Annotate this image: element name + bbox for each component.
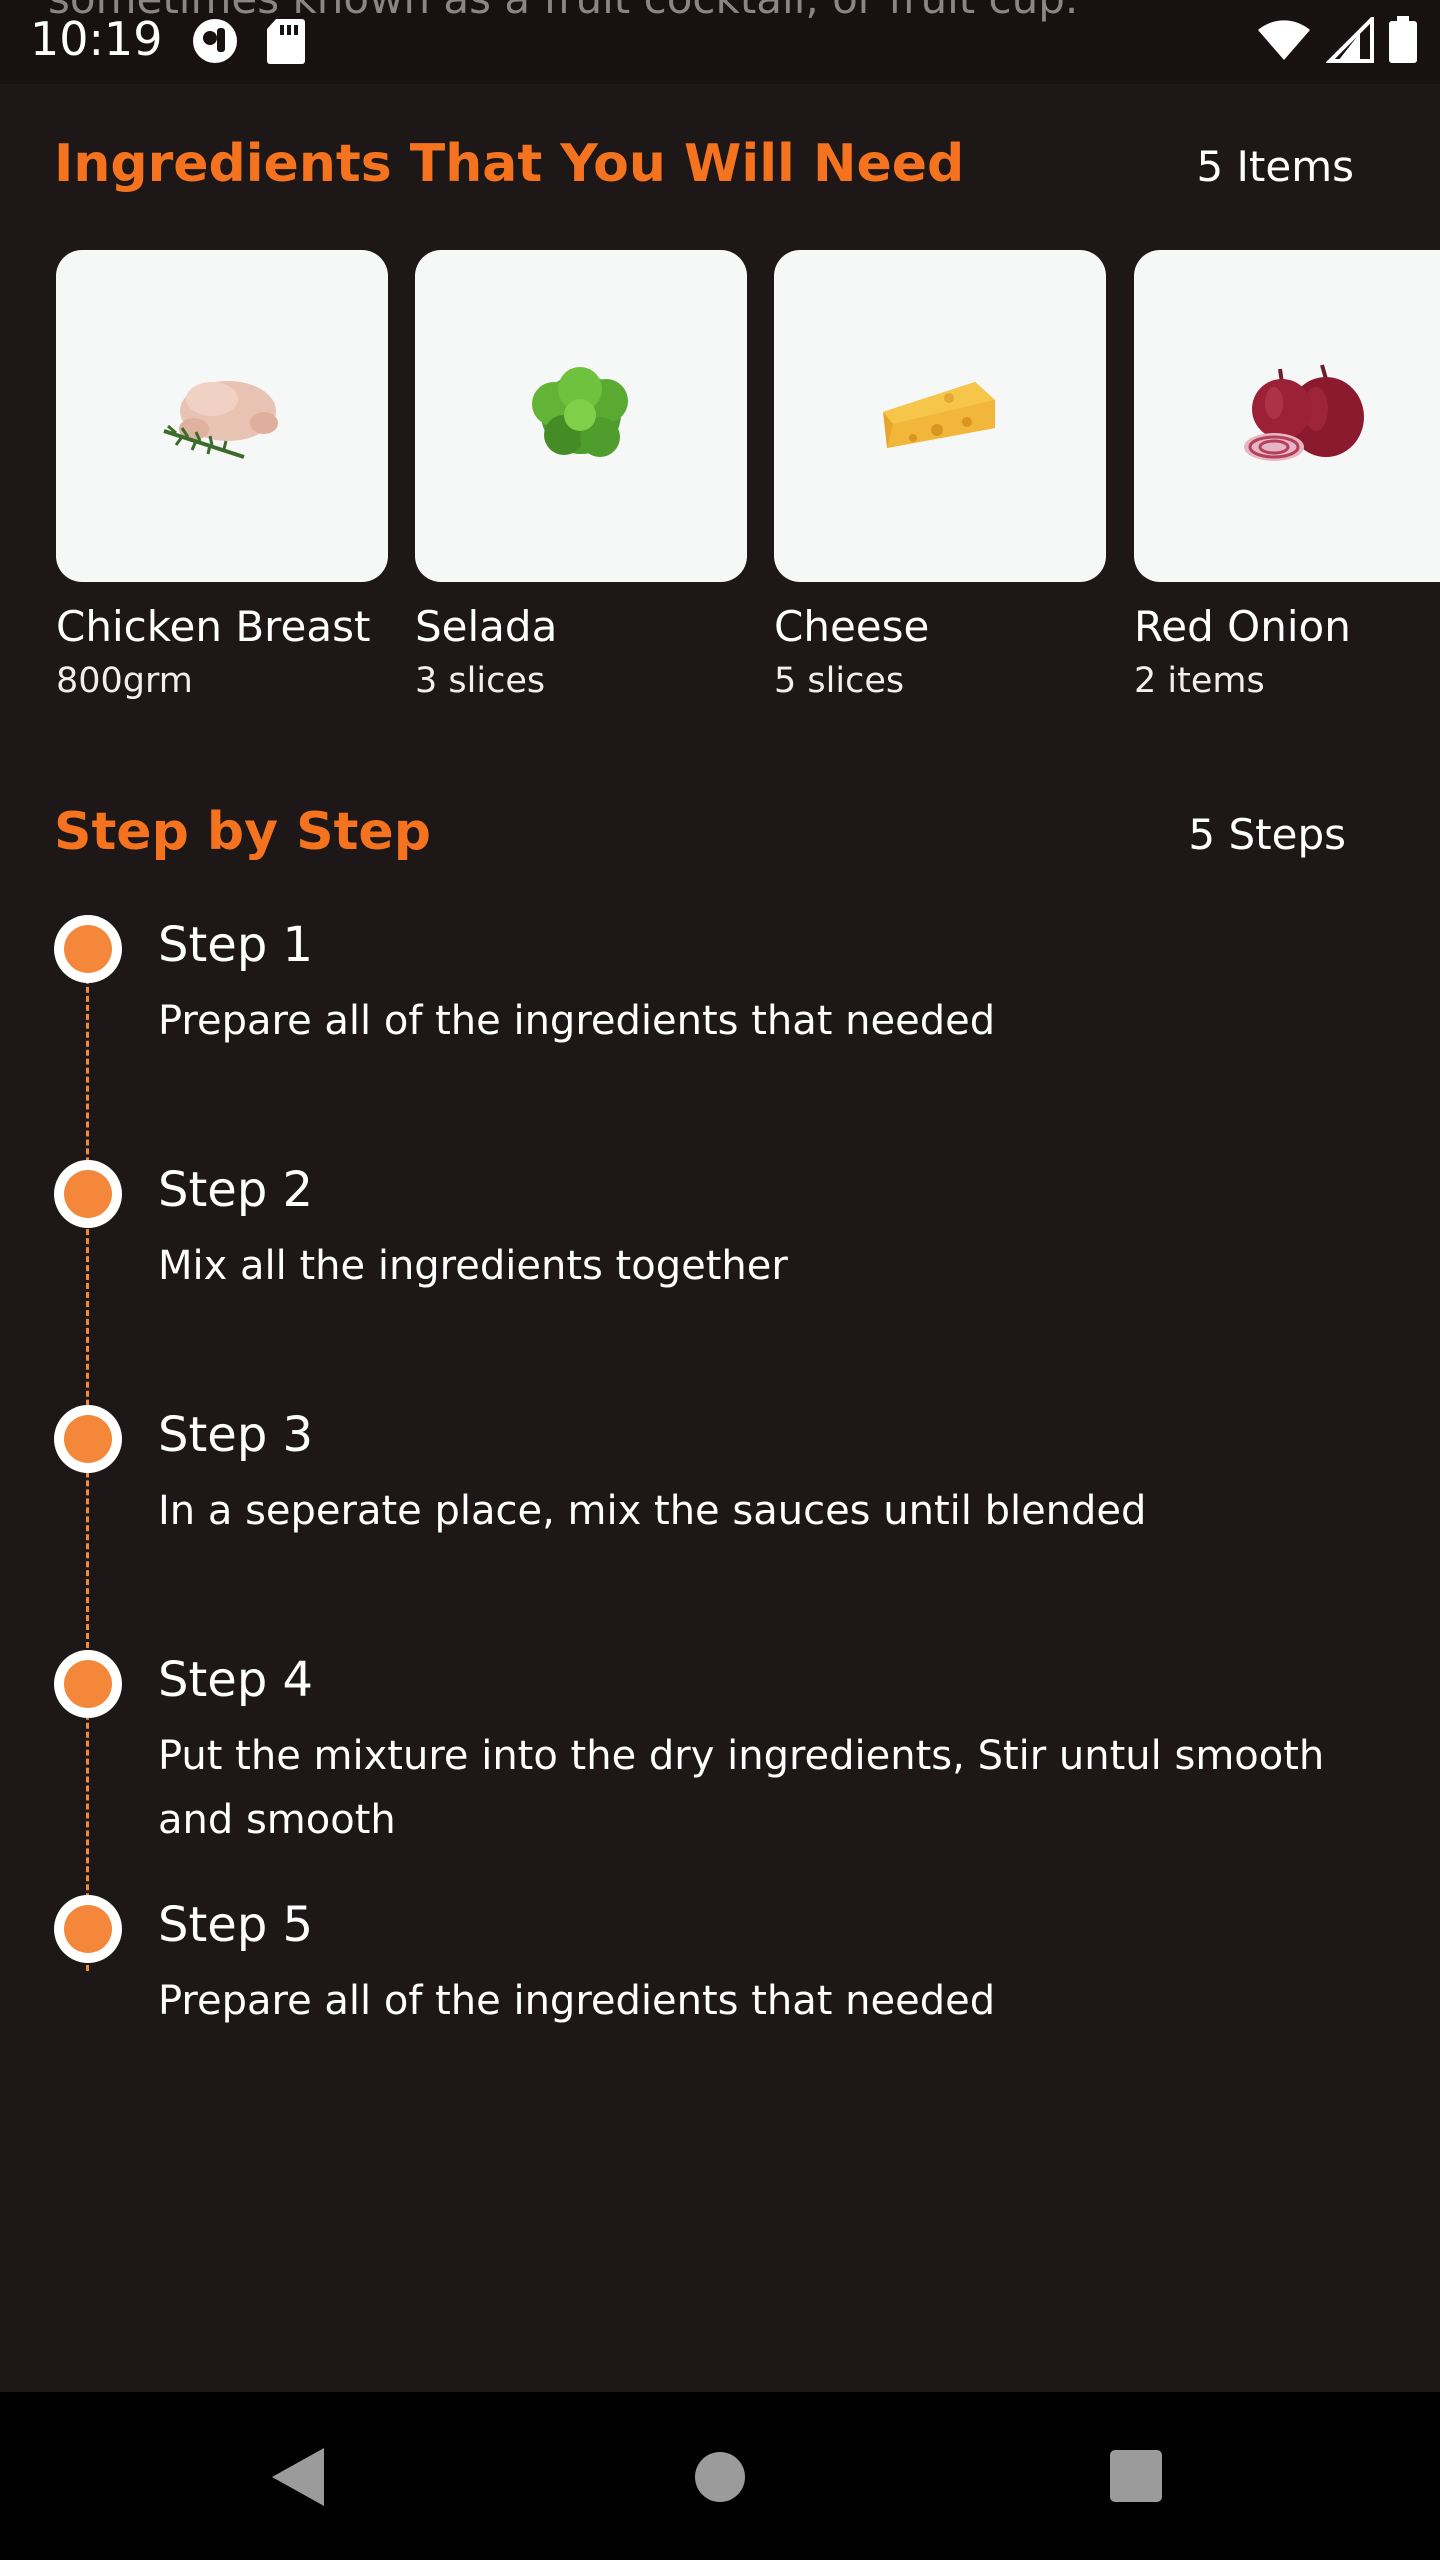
ingredient-card-red-onion[interactable]: Red Onion 2 items	[1134, 250, 1440, 701]
status-notification-icons	[190, 16, 306, 70]
step-description: Mix all the ingredients together	[158, 1243, 788, 1289]
status-bar: sometimes known as a fruit cocktail, or …	[0, 0, 1440, 84]
ingredient-name: Red Onion	[1134, 602, 1351, 651]
ingredient-name: Selada	[415, 602, 558, 651]
ingredient-tile	[415, 250, 747, 582]
ingredient-quantity: 2 items	[1134, 661, 1265, 701]
cheese-image	[875, 364, 1005, 468]
ingredient-card-chicken-breast[interactable]: Chicken Breast 800grm	[56, 250, 388, 701]
step-title: Step 3	[158, 1407, 314, 1463]
red-onion-image	[1230, 359, 1370, 473]
ingredients-count: 5 Items	[1196, 142, 1354, 191]
ingredients-header: Ingredients That You Will Need 5 Items	[54, 134, 1354, 214]
step-marker-icon	[54, 1160, 122, 1228]
recents-icon[interactable]	[1110, 2450, 1162, 2502]
status-time: 10:19	[30, 12, 163, 66]
ingredient-quantity: 800grm	[56, 661, 193, 701]
ingredients-carousel[interactable]: Chicken Breast 800grm Selada 3 slices Ch…	[56, 250, 1440, 730]
step-marker-icon	[54, 1895, 122, 1963]
step-marker-icon	[54, 1405, 122, 1473]
step-title: Step 5	[158, 1897, 314, 1953]
cellular-signal-icon	[1325, 14, 1374, 67]
ingredient-tile	[56, 250, 388, 582]
system-navigation-bar	[0, 2392, 1440, 2560]
step-marker-icon	[54, 915, 122, 983]
ingredient-card-selada[interactable]: Selada 3 slices	[415, 250, 747, 701]
step-title: Step 1	[158, 917, 314, 973]
ingredient-name: Cheese	[774, 602, 930, 651]
chicken-image	[152, 359, 292, 473]
ingredient-tile	[1134, 250, 1440, 582]
step-marker-icon	[54, 1650, 122, 1718]
step-description: Prepare all of the ingredients that need…	[158, 1978, 996, 2024]
steps-header: Step by Step 5 Steps	[54, 802, 1354, 882]
step-description: Put the mixture into the dry ingredients…	[158, 1733, 1325, 1843]
wifi-icon	[1256, 18, 1312, 66]
home-icon[interactable]	[695, 2452, 745, 2502]
step-description: In a seperate place, mix the sauces unti…	[158, 1488, 1147, 1534]
step-title: Step 2	[158, 1162, 314, 1218]
app-notification-icon	[190, 16, 240, 70]
ingredient-name: Chicken Breast	[56, 602, 371, 651]
steps-count: 5 Steps	[1188, 810, 1346, 859]
ingredient-quantity: 5 slices	[774, 661, 905, 701]
battery-icon	[1388, 16, 1418, 68]
sd-card-icon	[266, 17, 306, 69]
ingredient-tile	[774, 250, 1106, 582]
step-description: Prepare all of the ingredients that need…	[158, 998, 996, 1044]
back-icon[interactable]	[270, 2446, 326, 2512]
ingredients-title: Ingredients That You Will Need	[54, 134, 965, 194]
ingredient-quantity: 3 slices	[415, 661, 546, 701]
status-system-icons	[1256, 14, 1418, 68]
step-title: Step 4	[158, 1652, 314, 1708]
ingredient-card-cheese[interactable]: Cheese 5 slices	[774, 250, 1106, 701]
steps-title: Step by Step	[54, 802, 431, 862]
lettuce-image	[516, 359, 646, 473]
